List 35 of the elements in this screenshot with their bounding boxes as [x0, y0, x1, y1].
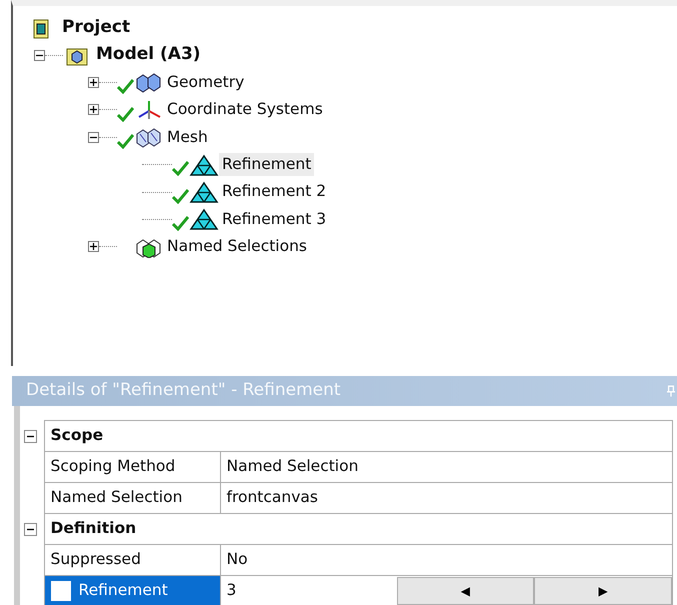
triangle-icon	[189, 181, 219, 204]
collapse-toggle[interactable]	[88, 132, 99, 143]
tree-item-label[interactable]: Geometry	[164, 70, 248, 94]
expand-toggle[interactable]	[88, 76, 99, 88]
group-header: Definition	[44, 514, 672, 544]
property-label[interactable]: Named Selection	[44, 482, 220, 514]
triangle-icon	[189, 208, 219, 230]
collapse-toggle[interactable]	[24, 430, 37, 442]
tree-item-label[interactable]: Refinement	[219, 153, 314, 176]
plus-icon	[90, 243, 97, 250]
tree-item-label[interactable]: Mesh	[164, 126, 211, 149]
details-title: Details of "Refinement" - Refinement	[26, 379, 341, 402]
property-value[interactable]: frontcanvas	[220, 482, 672, 514]
tree-item-label[interactable]: Refinement 3	[219, 208, 330, 232]
property-value[interactable]: No	[220, 544, 672, 576]
property-value[interactable]: 3	[220, 579, 396, 603]
checkbox[interactable]	[50, 581, 70, 602]
decrement-button[interactable]: ◀	[396, 577, 534, 605]
property-value[interactable]: Named Selection	[220, 452, 672, 482]
triangle-icon	[189, 154, 219, 176]
increment-button[interactable]: ▶	[534, 577, 672, 605]
property-label[interactable]: Scoping Method	[44, 452, 220, 482]
plus-icon	[90, 78, 97, 86]
tree-item-label[interactable]: Refinement 2	[219, 180, 330, 204]
property-name: Refinement	[78, 581, 168, 600]
plus-icon	[90, 106, 97, 114]
group-header: Scope	[44, 420, 672, 452]
expand-toggle[interactable]	[88, 104, 99, 116]
tree-item-label[interactable]: Project	[59, 14, 134, 40]
collapse-toggle[interactable]	[34, 50, 45, 61]
tree-item-label[interactable]: Coordinate Systems	[164, 98, 326, 122]
tree-item-label[interactable]: Named Selections	[164, 235, 310, 258]
expand-toggle[interactable]	[88, 241, 99, 252]
tree-item-label[interactable]: Model (A3)	[93, 42, 204, 68]
collapse-toggle[interactable]	[24, 522, 37, 536]
